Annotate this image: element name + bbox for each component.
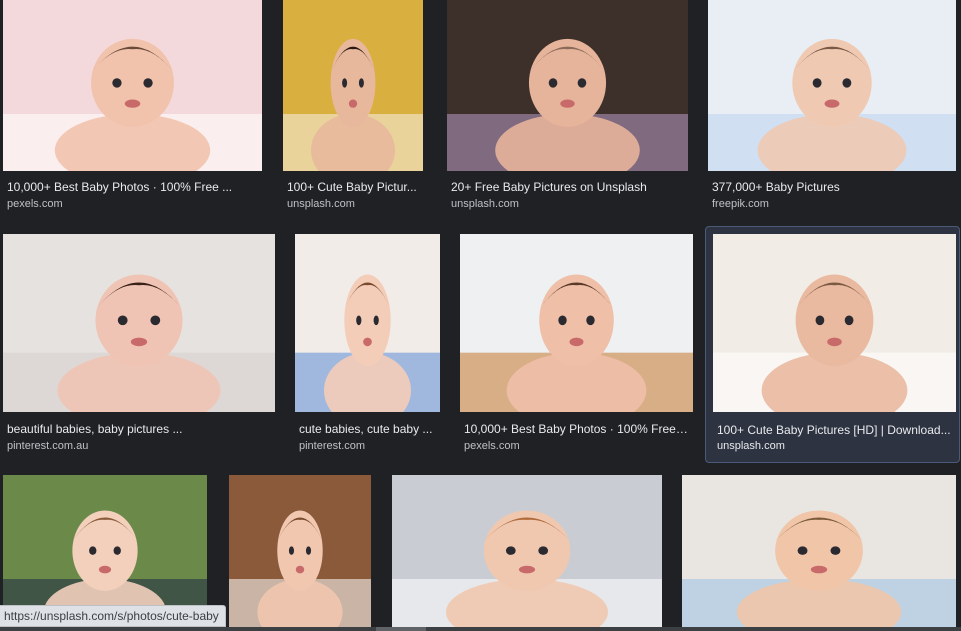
- result-source[interactable]: unsplash.com: [717, 440, 955, 453]
- result-thumbnail[interactable]: [3, 0, 262, 171]
- image-result[interactable]: cute babies, cute baby ... pinterest.com: [295, 234, 440, 456]
- result-thumbnail[interactable]: [283, 0, 423, 171]
- result-source[interactable]: pinterest.com.au: [7, 440, 271, 453]
- scrollbar-thumb[interactable]: [376, 627, 426, 631]
- result-thumbnail[interactable]: [460, 234, 693, 412]
- result-title[interactable]: 100+ Cute Baby Pictur...: [287, 180, 419, 194]
- result-title[interactable]: 10,000+ Best Baby Photos · 100% Free ...: [7, 180, 258, 194]
- result-thumbnail[interactable]: [295, 234, 440, 412]
- result-thumbnail[interactable]: [3, 234, 275, 412]
- image-result[interactable]: [682, 475, 956, 631]
- link-status-bar: https://unsplash.com/s/photos/cute-baby: [0, 605, 226, 627]
- image-result[interactable]: beautiful babies, baby pictures ... pint…: [3, 234, 275, 456]
- horizontal-scrollbar[interactable]: [0, 627, 961, 631]
- result-thumbnail[interactable]: [392, 475, 662, 631]
- image-result[interactable]: [229, 475, 371, 631]
- image-result[interactable]: 377,000+ Baby Pictures freepik.com: [708, 0, 956, 215]
- result-source[interactable]: unsplash.com: [287, 198, 419, 211]
- result-title[interactable]: 377,000+ Baby Pictures: [712, 180, 952, 194]
- image-result[interactable]: [392, 475, 662, 631]
- image-result[interactable]: 10,000+ Best Baby Photos · 100% Free ...…: [460, 234, 693, 456]
- image-result[interactable]: 100+ Cute Baby Pictur... unsplash.com: [283, 0, 423, 215]
- image-result[interactable]: 20+ Free Baby Pictures on Unsplash unspl…: [447, 0, 688, 215]
- result-title[interactable]: 100+ Cute Baby Pictures [HD] | Download.…: [717, 423, 955, 437]
- result-thumbnail[interactable]: [229, 475, 371, 631]
- result-title[interactable]: beautiful babies, baby pictures ...: [7, 422, 271, 436]
- result-thumbnail[interactable]: [708, 0, 956, 171]
- image-result[interactable]: 10,000+ Best Baby Photos · 100% Free ...…: [3, 0, 262, 215]
- result-thumbnail[interactable]: [713, 234, 956, 412]
- result-source[interactable]: freepik.com: [712, 198, 952, 211]
- result-title[interactable]: 10,000+ Best Baby Photos · 100% Free ...: [464, 422, 689, 436]
- result-source[interactable]: pexels.com: [7, 198, 258, 211]
- result-thumbnail[interactable]: [682, 475, 956, 631]
- result-source[interactable]: pexels.com: [464, 440, 689, 453]
- result-source[interactable]: unsplash.com: [451, 198, 684, 211]
- result-source[interactable]: pinterest.com: [299, 440, 436, 453]
- image-result-selected[interactable]: 100+ Cute Baby Pictures [HD] | Download.…: [705, 226, 960, 463]
- result-title[interactable]: 20+ Free Baby Pictures on Unsplash: [451, 180, 684, 194]
- result-title[interactable]: cute babies, cute baby ...: [299, 422, 436, 436]
- result-thumbnail[interactable]: [447, 0, 688, 171]
